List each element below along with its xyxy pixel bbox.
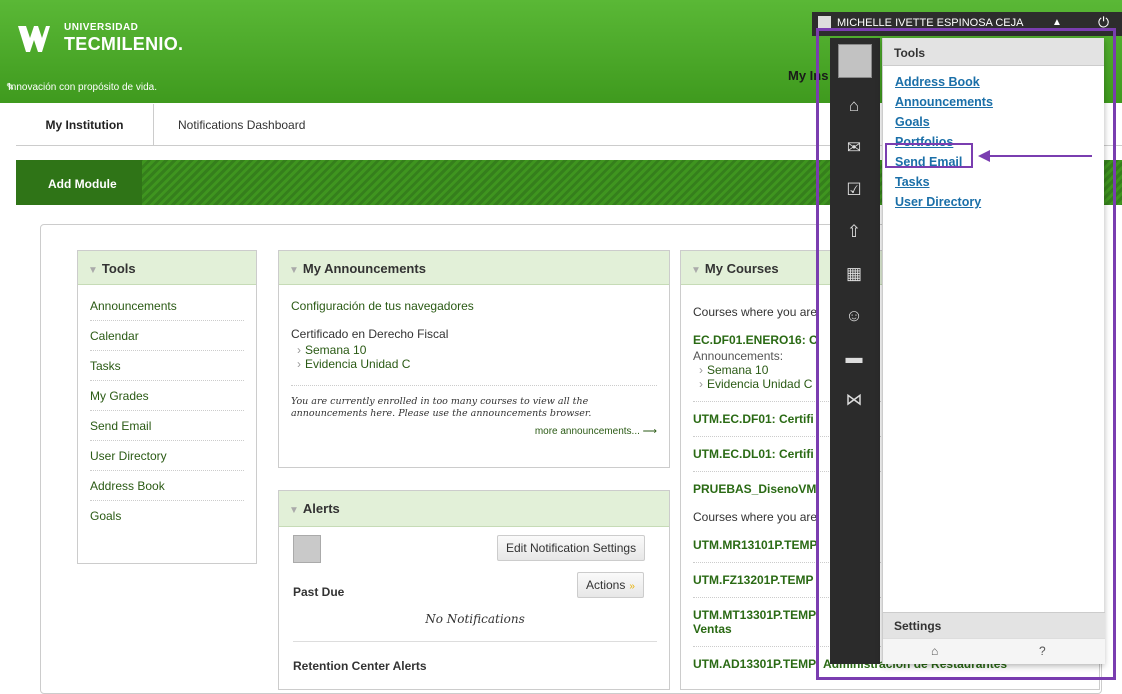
- announcement-link[interactable]: Configuración de tus navegadores: [291, 299, 657, 313]
- more-announcements-link[interactable]: more announcements... ⟶: [291, 426, 657, 437]
- tools-module: ▼ Tools Announcements Calendar Tasks My G…: [77, 250, 257, 564]
- more-announcements-label[interactable]: more announcements...: [535, 426, 640, 437]
- no-notifications-text: No Notifications: [425, 612, 525, 626]
- announcement-item[interactable]: › Semana 10: [297, 343, 657, 357]
- alerts-module-title: Alerts: [302, 501, 340, 516]
- annotation-arrow-icon: [978, 150, 1092, 162]
- logo-universidad: UNIVERSIDAD: [64, 22, 139, 33]
- announcement-item[interactable]: › Evidencia Unidad C: [297, 357, 657, 371]
- announcements-module: ▼ My Announcements Configuración de tus n…: [278, 250, 670, 468]
- logo-mark-icon: [18, 26, 50, 52]
- tools-item-send-email[interactable]: Send Email: [90, 411, 244, 441]
- chevron-right-icon: ›: [297, 357, 301, 371]
- announcements-module-title: My Announcements: [302, 261, 426, 276]
- chevron-right-icon: ›: [699, 363, 703, 377]
- tools-module-header[interactable]: ▼ Tools: [78, 251, 256, 285]
- collapse-triangle-icon[interactable]: ▼: [88, 265, 98, 276]
- tools-item-tasks[interactable]: Tasks: [90, 351, 244, 381]
- tools-list: Announcements Calendar Tasks My Grades S…: [78, 285, 256, 536]
- announcements-note: You are currently enrolled in too many c…: [291, 385, 657, 420]
- collapse-triangle-icon[interactable]: ▼: [289, 265, 299, 276]
- portfolios-highlight-box: [885, 143, 973, 168]
- double-chevron-down-icon: »: [629, 581, 635, 592]
- announcements-module-header[interactable]: ▼ My Announcements: [279, 251, 669, 285]
- announcement-course: Certificado en Derecho Fiscal: [291, 327, 449, 341]
- alerts-avatar-icon: [293, 535, 321, 563]
- tab-notifications-dashboard[interactable]: Notifications Dashboard: [178, 118, 305, 132]
- courses-module-title: My Courses: [704, 261, 779, 276]
- tools-item-address-book[interactable]: Address Book: [90, 471, 244, 501]
- course-announcement-label[interactable]: Semana 10: [707, 363, 768, 377]
- alerts-module: ▼ Alerts Edit Notification Settings Actio…: [278, 490, 670, 690]
- caret-up-icon[interactable]: ▲: [1052, 17, 1062, 28]
- chevron-right-icon: ›: [297, 343, 301, 357]
- chevron-right-icon: ›: [699, 377, 703, 391]
- tools-item-goals[interactable]: Goals: [90, 501, 244, 530]
- tagline: Innovación con propósito de vida.: [8, 82, 157, 93]
- collapse-triangle-icon[interactable]: ▼: [289, 505, 299, 516]
- edit-notification-settings-button[interactable]: Edit Notification Settings: [497, 535, 646, 561]
- arrow-right-icon: ⟶: [642, 426, 657, 437]
- announcement-item-label[interactable]: Evidencia Unidad C: [305, 357, 410, 371]
- tools-item-announcements[interactable]: Announcements: [90, 291, 244, 321]
- course-announcement-label[interactable]: Evidencia Unidad C: [707, 377, 812, 391]
- actions-button-label: Actions: [586, 578, 626, 592]
- tab-my-institution[interactable]: My Institution: [16, 104, 154, 145]
- alerts-module-header[interactable]: ▼ Alerts: [279, 491, 669, 527]
- announcement-item-label[interactable]: Semana 10: [305, 343, 366, 357]
- retention-center-heading: Retention Center Alerts: [293, 659, 427, 673]
- tools-item-user-directory[interactable]: User Directory: [90, 441, 244, 471]
- actions-button[interactable]: Actions»: [577, 572, 644, 598]
- tools-item-my-grades[interactable]: My Grades: [90, 381, 244, 411]
- past-due-heading: Past Due: [293, 585, 345, 599]
- tools-module-title: Tools: [101, 261, 136, 276]
- collapse-triangle-icon[interactable]: ▼: [691, 265, 701, 276]
- tools-item-calendar[interactable]: Calendar: [90, 321, 244, 351]
- highlight-frame: [816, 28, 1116, 680]
- logo-tecmilenio: TECMILENIO.: [64, 34, 184, 54]
- divider: [293, 641, 657, 642]
- add-module-button[interactable]: Add Module: [16, 160, 142, 205]
